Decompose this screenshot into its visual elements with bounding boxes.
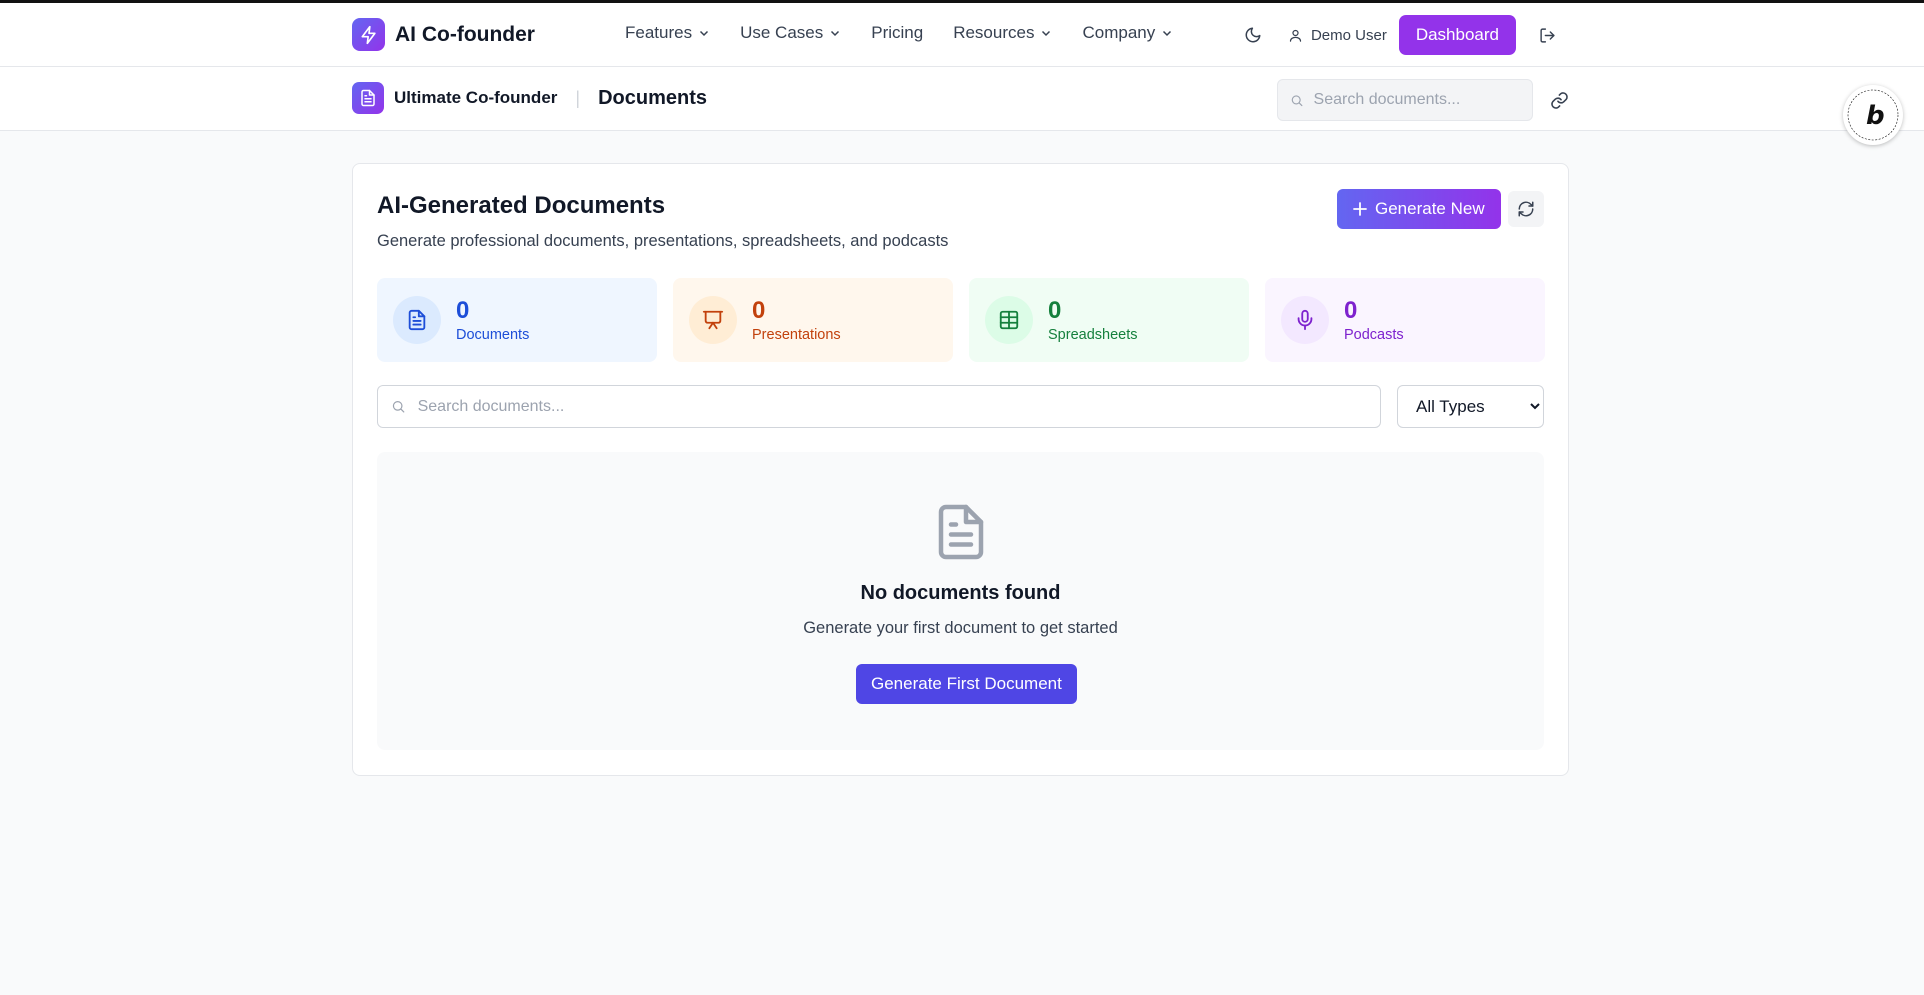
generate-new-button[interactable]: Generate New [1337, 189, 1501, 229]
moon-icon [1245, 27, 1261, 43]
brand-name: AI Co-founder [395, 22, 535, 46]
user-name: Demo User [1310, 26, 1387, 44]
stat-podcasts-label: Podcasts [1344, 327, 1404, 343]
lightning-icon [352, 18, 385, 51]
plus-icon [1353, 202, 1367, 216]
stat-documents-value: 0 [456, 297, 470, 324]
nav-pricing-label: Pricing [871, 23, 924, 42]
presentation-icon [689, 296, 737, 344]
refresh-button[interactable] [1508, 191, 1544, 227]
theme-toggle-button[interactable] [1236, 18, 1270, 52]
stat-podcasts: 0 Podcasts [1265, 278, 1545, 362]
bolt-logo-icon: b [1847, 89, 1899, 141]
empty-state-subtitle: Generate your first document to get star… [803, 619, 1118, 637]
stat-presentations-label: Presentations [752, 327, 841, 343]
dashboard-button[interactable]: Dashboard [1398, 15, 1516, 55]
page-header: Ultimate Co-founder | Documents [0, 67, 1924, 131]
generate-new-label: Generate New [1375, 199, 1485, 218]
nav-features-label: Features [625, 23, 693, 42]
user-menu[interactable]: Demo User [1288, 27, 1387, 44]
breadcrumb-divider: | [575, 87, 581, 108]
stat-presentations-value: 0 [752, 297, 766, 324]
nav-resources[interactable]: Resources [953, 23, 1052, 43]
user-icon [1289, 29, 1302, 42]
app-name[interactable]: Ultimate Co-founder [394, 88, 557, 108]
header-search [1277, 79, 1533, 121]
link-icon [1550, 91, 1568, 109]
chevron-down-icon [831, 30, 840, 37]
search-icon [392, 401, 405, 413]
empty-state: No documents found Generate your first d… [377, 452, 1544, 750]
file-text-icon [352, 82, 384, 114]
stat-presentations: 0 Presentations [673, 278, 953, 362]
nav-actions: Demo User Dashboard [1236, 15, 1564, 55]
section-title: AI-Generated Documents [377, 192, 666, 219]
nav-company[interactable]: Company [1082, 23, 1173, 43]
svg-text:b: b [1866, 101, 1885, 131]
top-navigation: AI Co-founder Features Use Cases Pricing… [0, 3, 1924, 67]
document-search [377, 385, 1381, 428]
stat-documents: 0 Documents [377, 278, 657, 362]
refresh-icon [1518, 201, 1534, 217]
documents-card: AI-Generated Documents Generate professi… [352, 163, 1569, 776]
document-search-input[interactable] [417, 397, 1380, 416]
stats-row: 0 Documents 0 Presentations 0 Spreadshee… [377, 278, 1545, 362]
table-icon [985, 296, 1033, 344]
nav-company-label: Company [1082, 23, 1156, 42]
breadcrumb: Ultimate Co-founder | Documents [352, 82, 707, 114]
share-link-button[interactable] [1542, 83, 1576, 117]
stat-documents-label: Documents [456, 327, 530, 343]
nav-use-cases[interactable]: Use Cases [740, 23, 841, 43]
generate-first-document-button[interactable]: Generate First Document [856, 664, 1077, 704]
main-nav: Features Use Cases Pricing Resources Com… [625, 23, 1203, 43]
file-text-icon [938, 504, 984, 560]
stat-spreadsheets-value: 0 [1048, 297, 1062, 324]
nav-use-cases-label: Use Cases [740, 23, 824, 42]
empty-state-title: No documents found [860, 582, 1061, 604]
stat-spreadsheets: 0 Spreadsheets [969, 278, 1249, 362]
chevron-down-icon [1042, 30, 1051, 37]
mic-icon [1281, 296, 1329, 344]
stat-spreadsheets-label: Spreadsheets [1048, 327, 1138, 343]
file-text-icon [393, 296, 441, 344]
stat-podcasts-value: 0 [1344, 297, 1358, 324]
nav-features[interactable]: Features [625, 23, 710, 43]
section-subtitle: Generate professional documents, present… [377, 232, 949, 250]
bolt-badge[interactable]: b [1843, 85, 1903, 145]
nav-pricing[interactable]: Pricing [871, 23, 923, 43]
chevron-down-icon [700, 30, 709, 37]
nav-resources-label: Resources [953, 23, 1035, 42]
header-search-input[interactable] [1313, 91, 1532, 109]
logout-button[interactable] [1530, 18, 1564, 52]
type-filter-select[interactable]: All Types [1397, 385, 1544, 428]
search-icon [1291, 94, 1303, 106]
page-title: Documents [598, 86, 707, 109]
brand[interactable]: AI Co-founder [352, 18, 535, 51]
logout-icon [1539, 27, 1555, 43]
chevron-down-icon [1163, 30, 1172, 37]
